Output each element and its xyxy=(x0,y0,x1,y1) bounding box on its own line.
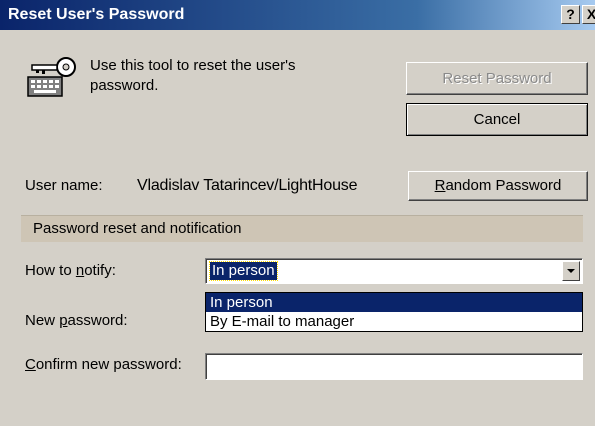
dropdown-arrow-icon[interactable] xyxy=(562,261,580,281)
title-bar: Reset User's Password ? X xyxy=(0,0,595,30)
how-to-notify-label: How to notify: xyxy=(25,262,116,279)
section-header: Password reset and notification xyxy=(21,215,583,242)
new-password-label-post: assword: xyxy=(67,312,128,329)
notify-dropdown-list: In person By E-mail to manager xyxy=(205,292,583,332)
random-password-mnemonic: R xyxy=(434,177,446,194)
notify-label-post: otify: xyxy=(84,262,116,279)
notify-label-mnemonic: n xyxy=(75,262,85,279)
reset-password-dialog: Reset User's Password ? X Use this tool … xyxy=(0,0,595,426)
notify-option-in-person[interactable]: In person xyxy=(206,293,582,312)
help-button[interactable]: ? xyxy=(561,5,580,24)
confirm-password-field[interactable] xyxy=(205,353,583,380)
notify-label-pre: How to xyxy=(25,262,76,279)
confirm-password-label-mnemonic: C xyxy=(25,356,36,373)
new-password-label: New password: xyxy=(25,312,128,329)
confirm-password-label: Confirm new password: xyxy=(25,356,182,373)
close-button[interactable]: X xyxy=(582,5,595,24)
notify-selected-value: In person xyxy=(209,261,278,281)
tool-description: Use this tool to reset the user's passwo… xyxy=(90,57,296,94)
random-password-button[interactable]: Random Password xyxy=(408,171,588,201)
user-name-value: Vladislav Tatarincev/LightHouse xyxy=(137,177,358,194)
notify-option-email-manager[interactable]: By E-mail to manager xyxy=(206,312,582,331)
random-password-label: andom Password xyxy=(445,177,562,194)
dialog-title: Reset User's Password xyxy=(8,6,185,23)
new-password-label-pre: New xyxy=(25,312,60,329)
notify-combobox[interactable]: In person xyxy=(205,258,583,284)
key-keyboard-icon xyxy=(27,57,76,97)
new-password-label-mnemonic: p xyxy=(59,312,68,329)
confirm-password-label-post: onfirm new password: xyxy=(35,356,182,373)
user-name-label: User name: xyxy=(25,177,103,194)
cancel-button[interactable]: Cancel xyxy=(406,103,588,136)
reset-password-button[interactable]: Reset Password xyxy=(406,62,588,95)
